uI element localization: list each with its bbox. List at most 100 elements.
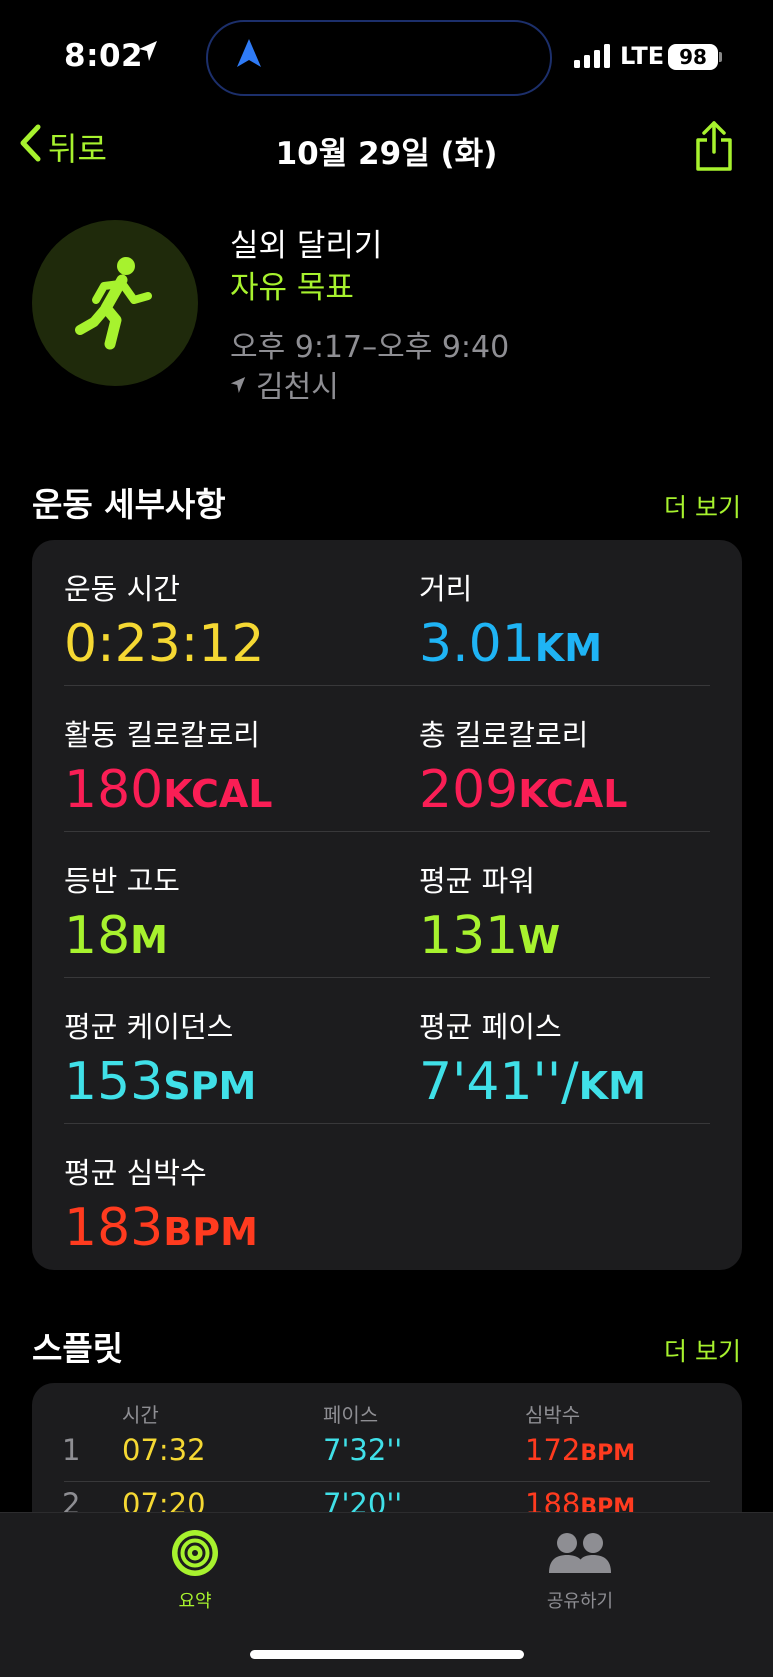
metric-unit: KCAL [518,772,628,816]
split-number: 2 [62,1487,80,1513]
metric-value: 183BPM [64,1202,258,1254]
details-section-title: 운동 세부사항 [32,485,226,524]
location-arrow-icon [230,367,246,402]
split-time-text: 07:32 [122,1433,206,1467]
tab-sharing-label: 공유하기 [546,1591,614,1612]
metric-cell: 거리 3.01KM [419,566,602,670]
workout-goal: 자유 목표 [230,270,354,306]
metric-number: 183 [64,1198,164,1258]
metric-label: 총 킬로칼로리 [419,718,589,752]
splits-header-time: 시간 [122,1403,159,1427]
metric-unit: KM [534,626,603,670]
splits-section-title: 스플릿 [32,1329,124,1368]
split-hr-text: 188 [525,1487,581,1513]
split-pace-text: 7'20'' [323,1487,403,1513]
metric-unit: SPM [163,1064,257,1108]
split-time: 07:32 [122,1433,206,1467]
metric-value: 7'41''/KM [419,1056,646,1108]
battery-tip [719,52,722,62]
metric-unit: KM [578,1064,646,1108]
activity-rings-icon [171,1529,219,1577]
metric-value: 131W [419,910,560,962]
metric-value: 0:23:12 [64,618,264,670]
tab-summary[interactable]: 요약 [150,1529,240,1613]
metric-cell: 운동 시간 0:23:12 [64,566,264,670]
tab-sharing[interactable]: 공유하기 [530,1529,630,1613]
metric-cell: 평균 케이던스 153SPM [64,1004,256,1108]
divider [64,977,710,978]
navigation-arrow-icon [236,38,262,72]
tab-summary-label: 요약 [178,1591,212,1612]
splits-more-link[interactable]: 더 보기 [664,1332,741,1368]
people-icon [547,1529,613,1577]
splits-card: 시간 페이스 심박수 1 07:32 7'32'' 172BPM 2 07:20 7'20'… [32,1383,742,1513]
workout-location: 김천시 [230,362,339,406]
metric-label: 평균 케이던스 [64,1010,234,1044]
workout-time-range: 오후 9:17–오후 9:40 [230,330,510,365]
divider [64,1481,710,1482]
metric-value: 3.01KM [419,618,602,670]
divider [64,685,710,686]
metric-number: 3.01 [419,614,535,674]
running-figure-icon [75,257,152,350]
metric-label: 등반 고도 [64,864,180,898]
metric-number: 7'41''/ [419,1052,579,1112]
split-number-text: 2 [62,1487,81,1513]
metric-number: 153 [64,1052,164,1112]
metric-value: 18M [64,910,180,962]
dynamic-island[interactable] [206,20,552,96]
splits-header-pace: 페이스 [323,1403,379,1427]
split-hr: 172BPM [525,1433,635,1467]
metric-unit: W [518,918,561,962]
metric-cell: 등반 고도 18M [64,858,180,962]
split-number-text: 1 [62,1433,81,1467]
location-name: 김천시 [256,370,339,405]
metric-unit: BPM [163,1210,258,1254]
network-type: LTE [620,42,665,70]
share-icon[interactable] [694,120,734,176]
metric-cell: 평균 심박수 183BPM [64,1150,258,1254]
location-arrow-icon [138,40,158,66]
metric-label: 활동 킬로칼로리 [64,718,260,752]
metric-unit: KCAL [163,772,273,816]
metric-cell: 평균 페이스 7'41''/KM [419,1004,646,1108]
metric-unit: M [130,918,168,962]
metric-number: 0:23:12 [64,614,265,674]
metric-number: 18 [64,906,131,966]
metric-value: 153SPM [64,1056,256,1108]
metric-label: 평균 심박수 [64,1156,207,1190]
details-more-link[interactable]: 더 보기 [664,488,741,524]
workout-name: 실외 달리기 [230,228,383,264]
battery-icon: 98 [668,44,718,70]
status-time: 8:02 [64,38,144,74]
split-time: 07:20 [122,1487,206,1513]
metric-cell: 활동 킬로칼로리 180KCAL [64,712,273,816]
split-pace: 7'32'' [323,1433,402,1467]
metric-label: 거리 [419,572,473,606]
metric-number: 180 [64,760,164,820]
split-pace-text: 7'32'' [323,1433,403,1467]
divider [64,1123,710,1124]
cellular-signal-icon [574,44,612,72]
metric-number: 131 [419,906,519,966]
metric-label: 운동 시간 [64,572,180,606]
split-hr: 188BPM [525,1487,635,1513]
workout-type-badge [32,220,198,386]
split-hr-text: 172 [525,1433,581,1467]
metric-cell: 평균 파워 131W [419,858,560,962]
metric-cell: 총 킬로칼로리 209KCAL [419,712,628,816]
split-hr-unit: BPM [580,1441,636,1466]
metric-value: 209KCAL [419,764,628,816]
home-indicator[interactable] [250,1650,524,1659]
metric-value: 180KCAL [64,764,273,816]
metric-label: 평균 페이스 [419,1010,562,1044]
splits-header-hr: 심박수 [525,1403,581,1427]
split-time-text: 07:20 [122,1487,206,1513]
metric-label: 평균 파워 [419,864,535,898]
divider [64,831,710,832]
metric-number: 209 [419,760,519,820]
page-title: 10월 29일 (화) [275,136,498,172]
split-hr-unit: BPM [580,1495,636,1513]
split-number: 1 [62,1433,80,1467]
split-pace: 7'20'' [323,1487,402,1513]
